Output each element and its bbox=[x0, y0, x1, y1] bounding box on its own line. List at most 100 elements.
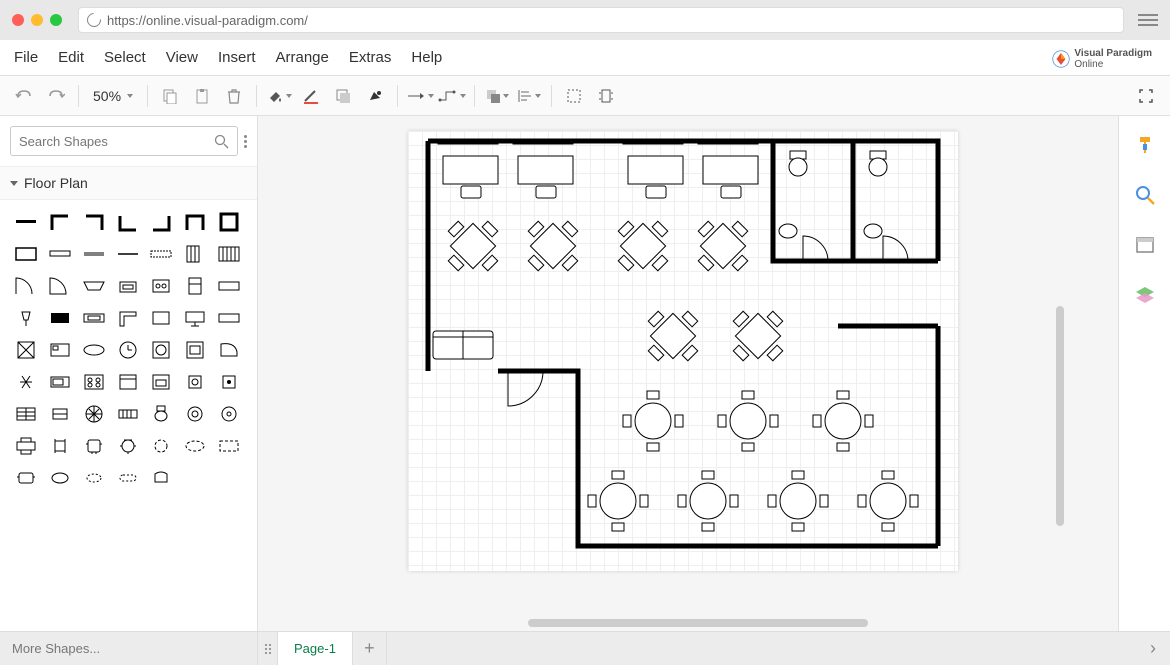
shape-shelf[interactable] bbox=[215, 306, 243, 330]
url-bar[interactable]: https://online.visual-paradigm.com/ bbox=[78, 7, 1124, 33]
tab-page-1[interactable]: Page-1 bbox=[278, 632, 353, 665]
menu-file[interactable]: File bbox=[14, 49, 38, 66]
shape-window[interactable] bbox=[12, 242, 40, 266]
shape-chair-3[interactable] bbox=[114, 434, 142, 458]
shape-fan[interactable] bbox=[80, 402, 108, 426]
shape-washer[interactable] bbox=[147, 338, 175, 362]
floor-plan-drawing[interactable] bbox=[408, 131, 958, 571]
shape-wall-corner-1[interactable] bbox=[46, 210, 74, 234]
fill-color-button[interactable] bbox=[265, 82, 293, 110]
selection-mode-button[interactable] bbox=[560, 82, 588, 110]
shape-chair-2[interactable] bbox=[80, 434, 108, 458]
shape-table-oval[interactable] bbox=[181, 434, 209, 458]
shape-toilet[interactable] bbox=[147, 402, 175, 426]
shape-table-rect[interactable] bbox=[215, 434, 243, 458]
shape-cabinet[interactable] bbox=[147, 306, 175, 330]
vertical-scrollbar[interactable] bbox=[1056, 306, 1064, 526]
shape-dashed[interactable] bbox=[147, 242, 175, 266]
shape-clock[interactable] bbox=[114, 338, 142, 362]
menu-edit[interactable]: Edit bbox=[58, 49, 84, 66]
shape-beam[interactable] bbox=[114, 242, 142, 266]
redo-button[interactable] bbox=[42, 82, 70, 110]
menu-insert[interactable]: Insert bbox=[218, 49, 256, 66]
more-shapes-button[interactable]: More Shapes... bbox=[0, 632, 258, 665]
shape-sofa-4[interactable] bbox=[114, 466, 142, 490]
add-page-button[interactable]: + bbox=[353, 632, 387, 665]
close-window-icon[interactable] bbox=[12, 14, 24, 26]
shape-sink-round[interactable] bbox=[181, 402, 209, 426]
shape-plant[interactable] bbox=[12, 370, 40, 394]
canvas-page[interactable] bbox=[408, 131, 958, 571]
shape-switch[interactable] bbox=[215, 370, 243, 394]
fullscreen-button[interactable] bbox=[1132, 82, 1160, 110]
shape-counter[interactable] bbox=[215, 274, 243, 298]
shape-oven[interactable] bbox=[147, 370, 175, 394]
layers-panel-button[interactable] bbox=[1134, 284, 1156, 306]
style-button[interactable] bbox=[361, 82, 389, 110]
copy-button[interactable] bbox=[156, 82, 184, 110]
shape-sofa-3[interactable] bbox=[80, 466, 108, 490]
shape-sofa-2[interactable] bbox=[46, 466, 74, 490]
menu-select[interactable]: Select bbox=[104, 49, 146, 66]
shape-tv[interactable] bbox=[46, 306, 74, 330]
reload-icon[interactable] bbox=[84, 10, 104, 30]
category-floor-plan[interactable]: Floor Plan bbox=[0, 166, 257, 200]
shape-chair-1[interactable] bbox=[46, 434, 74, 458]
canvas-area[interactable] bbox=[258, 116, 1118, 631]
shape-dresser[interactable] bbox=[12, 402, 40, 426]
menu-extras[interactable]: Extras bbox=[349, 49, 392, 66]
menu-view[interactable]: View bbox=[166, 49, 198, 66]
find-button[interactable] bbox=[1134, 184, 1156, 206]
waypoint-button[interactable] bbox=[438, 82, 466, 110]
shape-opening-thin[interactable] bbox=[80, 242, 108, 266]
to-front-button[interactable] bbox=[483, 82, 511, 110]
shape-microwave[interactable] bbox=[46, 370, 74, 394]
shape-window-2[interactable] bbox=[80, 274, 108, 298]
horizontal-scrollbar[interactable] bbox=[528, 619, 868, 627]
align-button[interactable] bbox=[515, 82, 543, 110]
expand-right-panel-button[interactable]: › bbox=[1136, 638, 1170, 659]
shape-search-input[interactable] bbox=[10, 126, 238, 156]
shape-bed[interactable] bbox=[46, 338, 74, 362]
shape-quarter[interactable] bbox=[46, 274, 74, 298]
line-color-button[interactable] bbox=[297, 82, 325, 110]
outline-panel-button[interactable] bbox=[1134, 234, 1156, 256]
shape-piano[interactable] bbox=[215, 338, 243, 362]
shape-cooktop[interactable] bbox=[80, 370, 108, 394]
shape-stove[interactable] bbox=[147, 274, 175, 298]
menu-arrange[interactable]: Arrange bbox=[276, 49, 329, 66]
shape-stairs-2[interactable] bbox=[215, 242, 243, 266]
shape-table-round[interactable] bbox=[147, 434, 175, 458]
shape-heater[interactable] bbox=[114, 402, 142, 426]
paste-button[interactable] bbox=[188, 82, 216, 110]
shape-wall-corner-4[interactable] bbox=[147, 210, 175, 234]
shape-sofa-5[interactable] bbox=[147, 466, 175, 490]
shadow-button[interactable] bbox=[329, 82, 357, 110]
fit-page-button[interactable] bbox=[592, 82, 620, 110]
sidebar-menu-icon[interactable] bbox=[244, 135, 247, 148]
format-panel-button[interactable] bbox=[1134, 134, 1156, 156]
undo-button[interactable] bbox=[10, 82, 38, 110]
browser-menu-icon[interactable] bbox=[1138, 14, 1158, 26]
shape-shower[interactable] bbox=[215, 402, 243, 426]
shape-sink[interactable] bbox=[114, 274, 142, 298]
shape-door-arc[interactable] bbox=[12, 274, 40, 298]
connection-button[interactable] bbox=[406, 82, 434, 110]
tab-grip-icon[interactable] bbox=[258, 632, 278, 665]
shape-outlet[interactable] bbox=[181, 370, 209, 394]
shape-fridge[interactable] bbox=[181, 274, 209, 298]
shape-desk[interactable] bbox=[80, 306, 108, 330]
zoom-dropdown[interactable]: 50% bbox=[87, 88, 139, 104]
shape-wall[interactable] bbox=[12, 210, 40, 234]
shape-room[interactable] bbox=[215, 210, 243, 234]
shape-stairs[interactable] bbox=[181, 242, 209, 266]
search-field[interactable] bbox=[19, 134, 208, 149]
shape-bathtub[interactable] bbox=[80, 338, 108, 362]
shape-dryer[interactable] bbox=[181, 338, 209, 362]
menu-help[interactable]: Help bbox=[411, 49, 442, 66]
shape-dishwasher[interactable] bbox=[114, 370, 142, 394]
maximize-window-icon[interactable] bbox=[50, 14, 62, 26]
shape-nightstand[interactable] bbox=[46, 402, 74, 426]
shape-cross[interactable] bbox=[12, 338, 40, 362]
shape-lamp[interactable] bbox=[12, 306, 40, 330]
